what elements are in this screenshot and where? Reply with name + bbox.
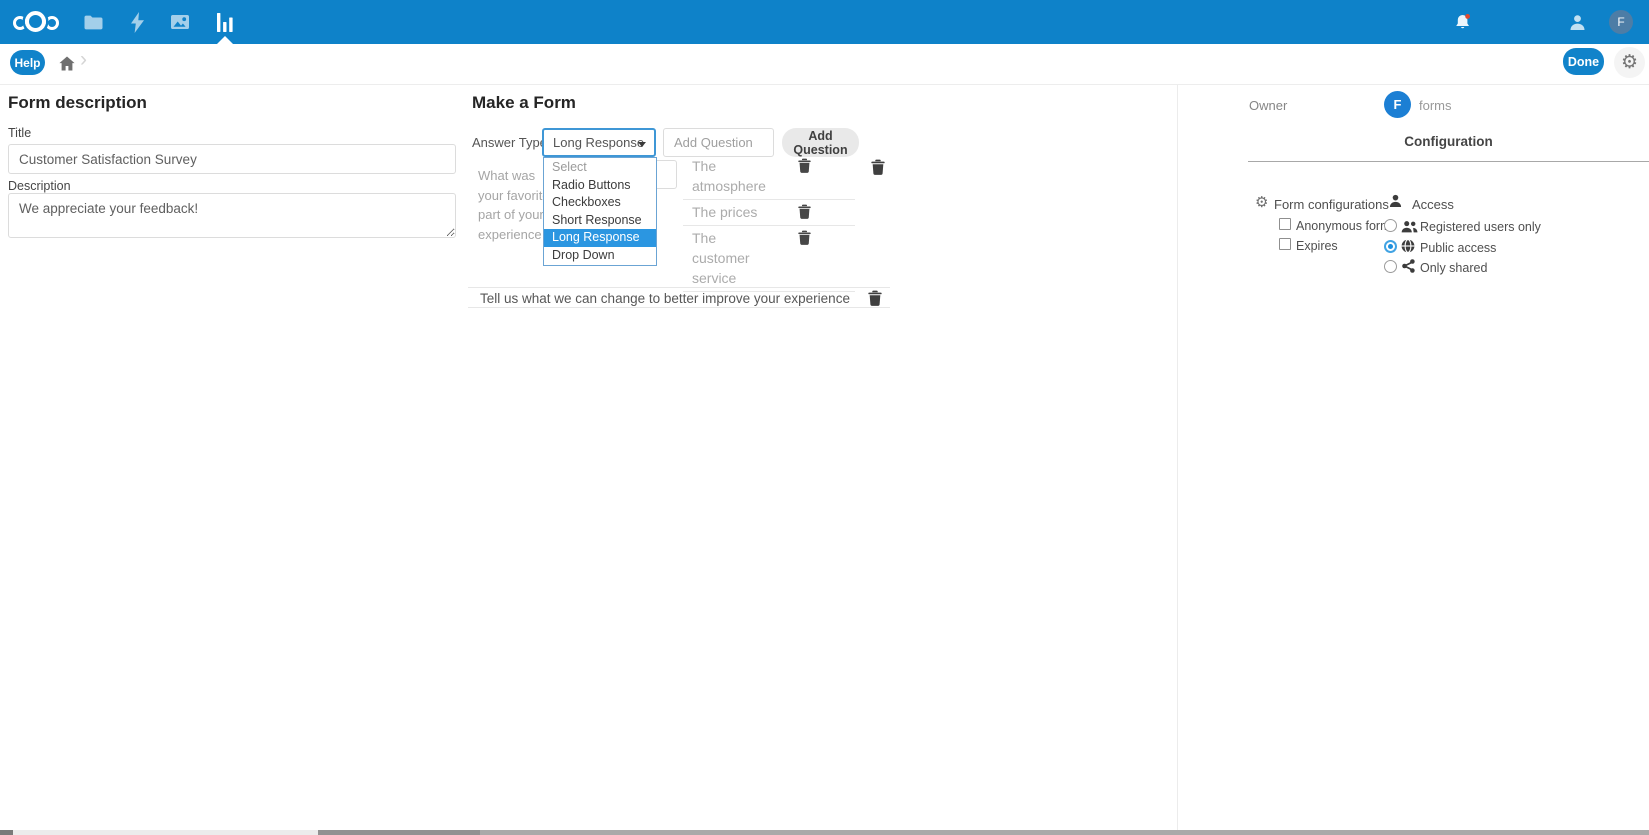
only-shared-radio[interactable]	[1384, 260, 1397, 273]
anonymous-form-label: Anonymous form	[1296, 219, 1390, 233]
registered-users-radio[interactable]	[1384, 219, 1397, 232]
expires-checkbox[interactable]	[1279, 238, 1291, 250]
dropdown-option[interactable]: Drop Down	[544, 247, 656, 265]
answer-option-row: The atmosphere	[683, 154, 855, 200]
access-person-icon	[1389, 194, 1402, 213]
gear-icon: ⚙	[1621, 53, 1638, 72]
help-button[interactable]: Help	[10, 50, 45, 75]
make-a-form-heading: Make a Form	[472, 93, 576, 113]
answer-option-row: The prices	[683, 200, 855, 226]
answer-option-row: The customer service	[683, 226, 855, 292]
nextcloud-logo-icon[interactable]	[13, 8, 65, 36]
anonymous-form-checkbox[interactable]	[1279, 218, 1291, 230]
owner-label: Owner	[1249, 98, 1287, 113]
app-photos-icon[interactable]	[163, 0, 197, 44]
form-configurations-heading: Form configurations	[1274, 197, 1389, 212]
delete-question-trash-icon[interactable]	[871, 159, 885, 180]
notification-dot	[1465, 14, 1470, 19]
done-button[interactable]: Done	[1563, 48, 1604, 75]
user-avatar[interactable]: F	[1609, 10, 1633, 34]
question-text: Tell us what we can change to better imp…	[480, 291, 850, 306]
delete-option-trash-icon[interactable]	[798, 230, 811, 250]
notifications-bell-icon[interactable]	[1449, 0, 1477, 44]
answer-type-label: Answer Type:	[472, 135, 551, 150]
add-question-button[interactable]: Add Question	[782, 128, 859, 157]
owner-avatar[interactable]: F	[1384, 91, 1411, 118]
dropdown-option[interactable]: Checkboxes	[544, 194, 656, 212]
description-label: Description	[8, 179, 71, 193]
scrollbar-segment[interactable]	[0, 830, 13, 835]
form-description-heading: Form description	[8, 93, 147, 113]
owner-name: forms	[1419, 98, 1452, 113]
dropdown-option[interactable]: Short Response	[544, 212, 656, 230]
public-access-label: Public access	[1420, 241, 1496, 255]
breadcrumb-toolbar: Help › Done ⚙	[0, 44, 1649, 85]
answer-options-list: The atmosphere The prices The customer s…	[683, 154, 855, 292]
home-breadcrumb-icon[interactable]	[59, 56, 75, 76]
breadcrumb-chevron-icon: ›	[80, 48, 87, 72]
public-access-globe-icon	[1401, 239, 1415, 258]
contacts-person-icon[interactable]	[1563, 0, 1591, 44]
active-app-indicator	[217, 36, 233, 44]
top-app-bar: F	[0, 0, 1649, 44]
answer-option-text: The atmosphere	[692, 156, 772, 196]
registered-users-group-icon	[1401, 220, 1418, 238]
settings-button[interactable]: ⚙	[1614, 47, 1645, 78]
answer-type-dropdown-list: Select Radio Buttons Checkboxes Short Re…	[543, 157, 657, 266]
expires-label: Expires	[1296, 239, 1338, 253]
logo-ring-right	[45, 16, 59, 30]
app-activity-lightning-icon[interactable]	[120, 0, 154, 44]
access-heading: Access	[1412, 197, 1454, 212]
scrollbar-segment[interactable]	[480, 830, 1649, 835]
registered-users-label: Registered users only	[1420, 220, 1541, 234]
delete-question-trash-icon[interactable]	[868, 290, 882, 311]
horizontal-scrollbar[interactable]	[0, 830, 1649, 835]
answer-option-text: The customer service	[692, 228, 772, 288]
select-caret-icon	[638, 142, 646, 147]
dropdown-option-selected[interactable]: Long Response	[544, 229, 656, 247]
public-access-radio[interactable]	[1384, 240, 1397, 253]
configuration-sidebar: Owner F forms Configuration ⚙ Form confi…	[1177, 85, 1649, 830]
form-config-gear-icon: ⚙	[1255, 195, 1268, 210]
description-textarea[interactable]: We appreciate your feedback!	[8, 193, 456, 238]
dropdown-option[interactable]: Radio Buttons	[544, 177, 656, 195]
title-input[interactable]	[8, 144, 456, 174]
dropdown-option[interactable]: Select	[544, 159, 656, 177]
scrollbar-thumb[interactable]	[318, 830, 480, 835]
answer-type-selected-value: Long Response	[553, 135, 644, 150]
only-shared-label: Only shared	[1420, 261, 1487, 275]
configuration-heading: Configuration	[1248, 134, 1649, 149]
only-shared-share-icon	[1402, 259, 1415, 278]
delete-option-trash-icon[interactable]	[798, 204, 811, 224]
title-label: Title	[8, 126, 31, 140]
add-question-input[interactable]	[663, 128, 774, 157]
logo-ring-center	[25, 11, 46, 32]
app-files-folder-icon[interactable]	[76, 0, 110, 44]
answer-option-text: The prices	[692, 202, 772, 222]
delete-option-trash-icon[interactable]	[798, 158, 811, 178]
answer-type-select[interactable]: Long Response	[542, 128, 656, 157]
configuration-divider	[1248, 161, 1649, 162]
